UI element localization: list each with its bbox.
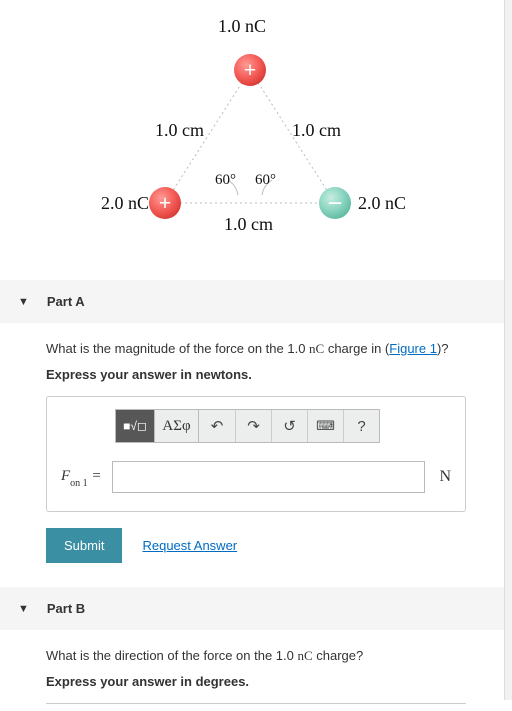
caret-down-icon: ▼ (18, 603, 29, 615)
undo-button[interactable]: ↶ (199, 410, 235, 442)
part-a-prompt: What is the magnitude of the force on th… (46, 341, 466, 357)
label-left-charge: 2.0 nC (101, 193, 149, 214)
unit-label: N (435, 468, 451, 486)
answer-container: ■√◻ ΑΣφ ↶ ↷ ↺ ⌨ ? Fon 1 = N (46, 396, 466, 512)
keyboard-button[interactable]: ⌨ (307, 410, 343, 442)
figure-diagram: + + – 1.0 nC 1.0 cm 1.0 cm 60° 60° 2.0 n… (0, 0, 512, 280)
part-a-title: Part A (47, 294, 85, 309)
request-answer-link[interactable]: Request Answer (142, 538, 237, 553)
variable-label: Fon 1 = (61, 468, 102, 487)
svg-text:+: + (159, 190, 172, 215)
part-b-title: Part B (47, 601, 85, 616)
label-right-charge: 2.0 nC (358, 193, 406, 214)
reset-button[interactable]: ↺ (271, 410, 307, 442)
submit-button[interactable]: Submit (46, 528, 122, 563)
svg-text:–: – (328, 189, 342, 215)
part-b-header[interactable]: ▼ Part B (0, 587, 512, 630)
scrollbar[interactable] (504, 0, 512, 700)
template-button[interactable]: ■√◻ (115, 409, 155, 443)
caret-down-icon: ▼ (18, 296, 29, 308)
label-bottom: 1.0 cm (224, 214, 273, 235)
svg-text:+: + (244, 57, 257, 82)
label-left-side: 1.0 cm (155, 120, 204, 141)
label-top-charge: 1.0 nC (218, 16, 266, 37)
equation-toolbar: ■√◻ ΑΣφ ↶ ↷ ↺ ⌨ ? (115, 409, 451, 443)
greek-button[interactable]: ΑΣφ (155, 409, 199, 443)
part-a-header[interactable]: ▼ Part A (0, 280, 512, 323)
redo-button[interactable]: ↷ (235, 410, 271, 442)
help-button[interactable]: ? (343, 410, 379, 442)
part-a-instruction: Express your answer in newtons. (46, 367, 466, 382)
part-b-answer-box-top (46, 703, 466, 711)
answer-input[interactable] (112, 461, 426, 493)
figure-link[interactable]: Figure 1 (389, 341, 437, 356)
part-b-prompt: What is the direction of the force on th… (46, 648, 466, 664)
label-angle-right: 60° (255, 172, 276, 189)
label-angle-left: 60° (215, 172, 236, 189)
label-right-side: 1.0 cm (292, 120, 341, 141)
part-b-instruction: Express your answer in degrees. (46, 674, 466, 689)
